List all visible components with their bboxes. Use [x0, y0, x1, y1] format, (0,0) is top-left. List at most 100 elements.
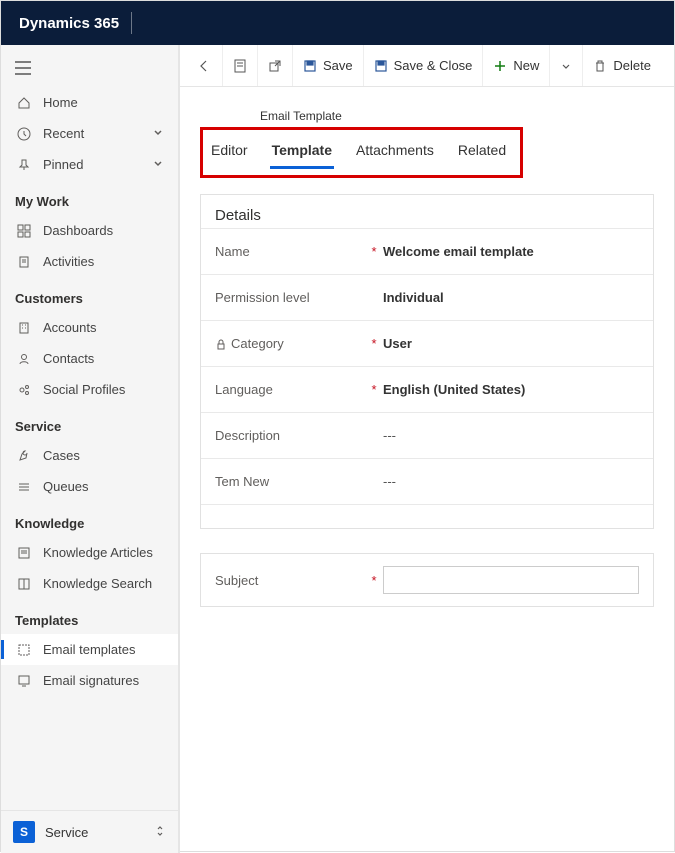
- form-icon: [233, 59, 247, 73]
- book-icon: [15, 577, 33, 591]
- sidebar-item-social[interactable]: Social Profiles: [1, 374, 178, 405]
- article-icon: [15, 546, 33, 560]
- sidebar-item-knowledge-articles[interactable]: Knowledge Articles: [1, 537, 178, 568]
- tab-related[interactable]: Related: [456, 136, 508, 166]
- queue-icon: [15, 480, 33, 494]
- subject-input[interactable]: [383, 566, 639, 594]
- section-customers: Customers: [1, 277, 178, 312]
- open-new-button[interactable]: [258, 45, 293, 86]
- plus-icon: [493, 59, 507, 73]
- field-temnew[interactable]: Tem New ---: [201, 458, 653, 504]
- nav-label: Pinned: [43, 157, 152, 172]
- popout-icon: [268, 59, 282, 73]
- sidebar-item-cases[interactable]: Cases: [1, 440, 178, 471]
- required-indicator: *: [365, 573, 383, 588]
- section-mywork: My Work: [1, 180, 178, 215]
- save-close-icon: [374, 59, 388, 73]
- tab-attachments[interactable]: Attachments: [354, 136, 436, 166]
- delete-label: Delete: [613, 58, 651, 73]
- save-label: Save: [323, 58, 353, 73]
- nav-label: Activities: [43, 254, 164, 269]
- subject-card: Subject *: [200, 553, 654, 607]
- field-label: Tem New: [215, 474, 269, 489]
- nav-label: Contacts: [43, 351, 164, 366]
- required-indicator: *: [365, 244, 383, 259]
- app-header: Dynamics 365: [1, 1, 674, 45]
- command-bar: Save Save & Close New Delete: [180, 45, 674, 87]
- details-card: Details Name * Welcome email template Pe…: [200, 194, 654, 529]
- nav-label: Knowledge Search: [43, 576, 164, 591]
- sidebar-item-email-signatures[interactable]: Email signatures: [1, 665, 178, 696]
- chevron-down-icon: [152, 126, 164, 141]
- back-icon: [196, 58, 212, 74]
- sidebar-item-home[interactable]: Home: [1, 87, 178, 118]
- save-icon: [303, 59, 317, 73]
- required-indicator: *: [365, 382, 383, 397]
- dashboard-icon: [15, 224, 33, 238]
- field-name[interactable]: Name * Welcome email template: [201, 228, 653, 274]
- save-button[interactable]: Save: [293, 45, 364, 86]
- field-language[interactable]: Language * English (United States): [201, 366, 653, 412]
- new-button[interactable]: New: [483, 45, 550, 86]
- field-value: User: [383, 336, 639, 351]
- chevron-updown-icon: [154, 824, 166, 841]
- field-value: ---: [383, 428, 639, 443]
- app-badge: S: [13, 821, 35, 843]
- sidebar-item-dashboards[interactable]: Dashboards: [1, 215, 178, 246]
- field-permission[interactable]: Permission level Individual: [201, 274, 653, 320]
- required-indicator: *: [365, 336, 383, 351]
- subject-label: Subject: [215, 573, 258, 588]
- sidebar-item-contacts[interactable]: Contacts: [1, 343, 178, 374]
- building-icon: [15, 321, 33, 335]
- sidebar-item-knowledge-search[interactable]: Knowledge Search: [1, 568, 178, 599]
- tab-template[interactable]: Template: [270, 136, 334, 169]
- new-label: New: [513, 58, 539, 73]
- chevron-down-icon: [152, 157, 164, 172]
- field-label: Permission level: [215, 290, 310, 305]
- nav-label: Queues: [43, 479, 164, 494]
- sidebar: Home Recent Pinned My Work Dashboards Ac…: [1, 45, 179, 853]
- field-label: Name: [215, 244, 250, 259]
- sidebar-item-email-templates[interactable]: Email templates: [1, 634, 178, 665]
- field-description[interactable]: Description ---: [201, 412, 653, 458]
- save-close-button[interactable]: Save & Close: [364, 45, 484, 86]
- field-category[interactable]: Category * User: [201, 320, 653, 366]
- trash-icon: [593, 59, 607, 73]
- details-title: Details: [201, 195, 653, 228]
- field-label: Language: [215, 382, 273, 397]
- sidebar-item-pinned[interactable]: Pinned: [1, 149, 178, 180]
- tab-editor[interactable]: Editor: [209, 136, 250, 166]
- nav-label: Cases: [43, 448, 164, 463]
- back-button[interactable]: [186, 45, 223, 86]
- field-value: English (United States): [383, 382, 639, 397]
- hamburger-button[interactable]: [1, 55, 178, 87]
- field-label: Description: [215, 428, 280, 443]
- person-icon: [15, 352, 33, 366]
- nav-label: Email templates: [43, 642, 164, 657]
- header-divider: [131, 12, 132, 34]
- sidebar-item-queues[interactable]: Queues: [1, 471, 178, 502]
- card-spacer: [201, 504, 653, 528]
- nav-label: Dashboards: [43, 223, 164, 238]
- form-selector-button[interactable]: [223, 45, 258, 86]
- sidebar-footer[interactable]: S Service: [1, 810, 178, 853]
- chevron-down-icon: [560, 60, 572, 72]
- section-knowledge: Knowledge: [1, 502, 178, 537]
- sidebar-item-recent[interactable]: Recent: [1, 118, 178, 149]
- sidebar-item-activities[interactable]: Activities: [1, 246, 178, 277]
- save-close-label: Save & Close: [394, 58, 473, 73]
- signature-icon: [15, 674, 33, 688]
- tabs: Editor Template Attachments Related: [209, 136, 508, 169]
- clipboard-icon: [15, 255, 33, 269]
- pin-icon: [15, 158, 33, 172]
- home-icon: [15, 96, 33, 110]
- new-dropdown-button[interactable]: [550, 45, 583, 86]
- field-value: Individual: [383, 290, 639, 305]
- nav-label: Knowledge Articles: [43, 545, 164, 560]
- delete-button[interactable]: Delete: [583, 45, 661, 86]
- tabs-highlight-box: Editor Template Attachments Related: [200, 127, 523, 178]
- nav-label: Home: [43, 95, 164, 110]
- sidebar-item-accounts[interactable]: Accounts: [1, 312, 178, 343]
- entity-label: Email Template: [260, 109, 654, 123]
- nav-label: Recent: [43, 126, 152, 141]
